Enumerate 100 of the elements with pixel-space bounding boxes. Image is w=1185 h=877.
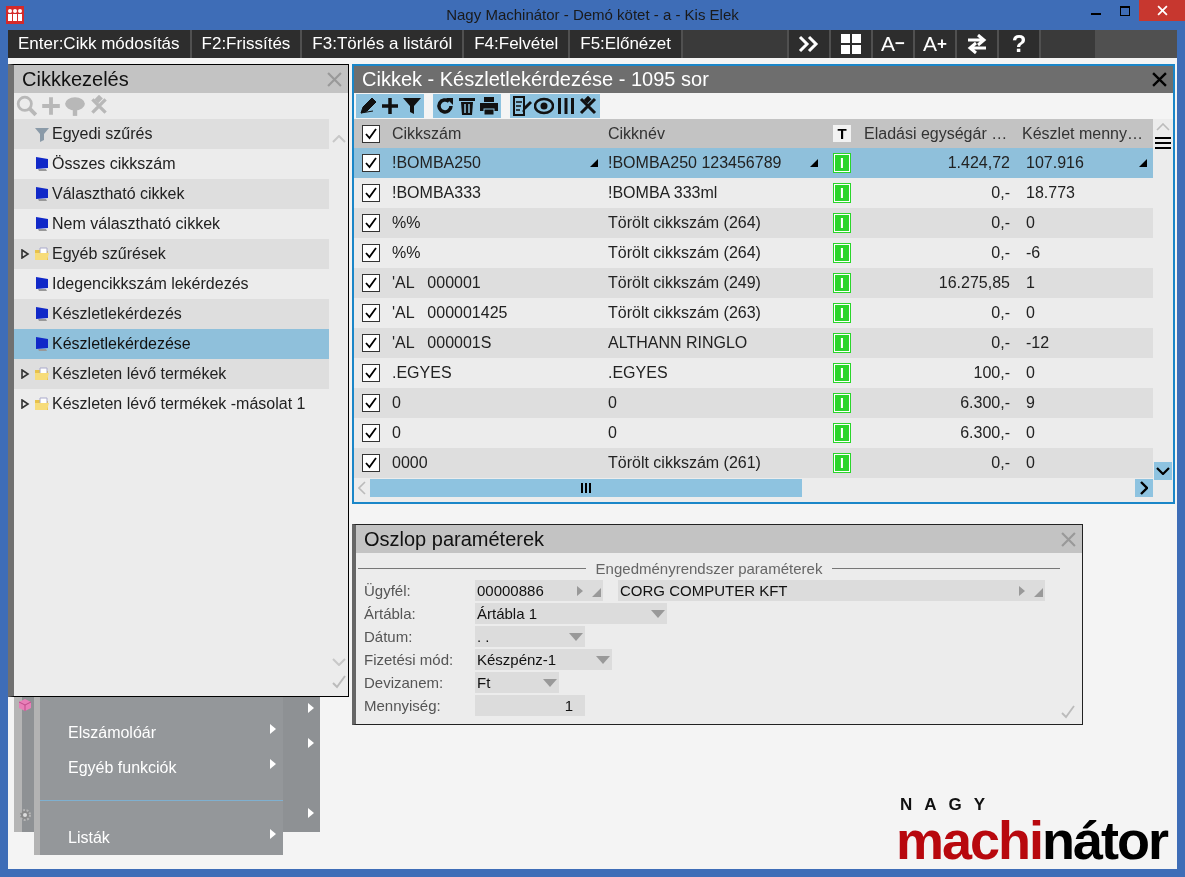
table-cell: 0 bbox=[608, 394, 617, 412]
table-cell: 18.773 bbox=[1026, 184, 1075, 202]
grip-icon[interactable] bbox=[580, 482, 592, 494]
table-cell: 1.424,72 bbox=[947, 154, 1010, 172]
checkbox[interactable] bbox=[362, 334, 380, 352]
function-key-button[interactable]: F4:Felvétel bbox=[464, 30, 569, 58]
dropdown-field[interactable]: Készpénz-1 bbox=[475, 649, 612, 670]
checkbox[interactable] bbox=[362, 274, 380, 292]
scrollbar-thumb[interactable] bbox=[1155, 137, 1171, 149]
scrollbar-thumb[interactable] bbox=[370, 479, 802, 497]
submenu-arrow-icon bbox=[270, 724, 276, 734]
expand-arrow-icon[interactable] bbox=[20, 249, 30, 259]
dropdown-field[interactable]: Ft bbox=[475, 672, 559, 693]
type-badge: I bbox=[834, 334, 850, 352]
expand-arrow-icon[interactable] bbox=[20, 369, 30, 379]
columns-icon[interactable] bbox=[556, 96, 576, 116]
cube-icon bbox=[18, 698, 32, 712]
grid-layout-button[interactable] bbox=[831, 30, 871, 58]
pencil-icon[interactable] bbox=[358, 96, 378, 116]
check-icon[interactable] bbox=[330, 674, 347, 690]
table-cell: 0,- bbox=[991, 244, 1010, 262]
table-cell: 0 bbox=[1026, 304, 1035, 322]
checkbox[interactable] bbox=[362, 304, 380, 322]
maximize-icon[interactable] bbox=[1119, 5, 1130, 16]
double-chevron-button[interactable] bbox=[789, 30, 829, 58]
checkbox[interactable] bbox=[362, 394, 380, 412]
column-header[interactable]: Készlet menny… bbox=[1018, 124, 1153, 143]
table-row[interactable]: 'AL 000001S ALTHANN RINGLO I 0,- -12 bbox=[354, 328, 1153, 358]
table-cell: 0 bbox=[392, 424, 401, 442]
swap-arrows-icon[interactable] bbox=[966, 34, 988, 54]
trash-icon[interactable] bbox=[457, 96, 477, 116]
tree-item[interactable]: Készletlekérdezése bbox=[14, 329, 329, 359]
expand-arrow-icon[interactable] bbox=[20, 399, 30, 409]
check-icon[interactable] bbox=[1060, 704, 1076, 720]
scroll-right-button[interactable] bbox=[1135, 479, 1153, 497]
function-key-button[interactable]: F3:Törlés a listáról bbox=[302, 30, 463, 58]
tree-item[interactable]: Egyedi szűrés bbox=[14, 119, 329, 149]
table-cell: Törölt cikkszám (263) bbox=[608, 304, 761, 322]
lookup-field[interactable]: CORG COMPUTER KFT bbox=[618, 580, 1045, 601]
column-header[interactable]: Eladási egységár … bbox=[860, 124, 1018, 143]
function-key-button[interactable]: F2:Frissítés bbox=[191, 30, 301, 58]
grid-icon[interactable] bbox=[841, 34, 861, 54]
scroll-down-button[interactable] bbox=[1154, 462, 1172, 480]
submenu-arrow-icon bbox=[270, 759, 276, 769]
swap-arrows-button[interactable] bbox=[957, 30, 997, 58]
table-row[interactable]: %% Törölt cikkszám (264) I 0,- 0 bbox=[354, 208, 1153, 238]
table-cell: .EGYES bbox=[392, 364, 452, 382]
filter-icon[interactable] bbox=[402, 96, 422, 116]
document-edit-icon[interactable] bbox=[512, 96, 532, 116]
monitor-icon bbox=[34, 156, 50, 172]
table-row[interactable]: 'AL 000001 Törölt cikkszám (249) I 16.275,85 1 bbox=[354, 268, 1153, 298]
double-chevron-icon[interactable] bbox=[797, 34, 821, 54]
table-cell: 16.275,85 bbox=[938, 274, 1010, 292]
dropdown-field[interactable]: . . bbox=[475, 626, 585, 647]
checkbox[interactable] bbox=[362, 424, 380, 442]
eye-icon[interactable] bbox=[534, 96, 554, 116]
table-cell: 6.300,- bbox=[960, 424, 1010, 442]
lookup-field[interactable]: 00000886 bbox=[475, 580, 603, 601]
help-button[interactable]: ? bbox=[999, 30, 1039, 58]
table-row[interactable]: !BOMBA250 !BOMBA250 123456789 I 1.424,72 107.916 bbox=[354, 148, 1153, 178]
checkbox[interactable] bbox=[362, 184, 380, 202]
table-cell: 0 bbox=[1026, 454, 1035, 472]
dropdown-field[interactable]: Ártábla 1 bbox=[475, 603, 667, 624]
chevron-down-icon[interactable] bbox=[1156, 467, 1170, 475]
checkbox[interactable] bbox=[362, 214, 380, 232]
checkbox[interactable] bbox=[362, 454, 380, 472]
chevron-right-icon[interactable] bbox=[1140, 481, 1148, 495]
table-cell: 0 bbox=[1026, 424, 1035, 442]
table-cell: 'AL 000001 bbox=[392, 274, 481, 292]
checkbox[interactable] bbox=[362, 244, 380, 262]
pin-crossed-icon[interactable] bbox=[578, 96, 598, 116]
table-cell: !BOMBA333 bbox=[392, 184, 481, 202]
monitor-icon bbox=[34, 306, 50, 322]
close-icon[interactable] bbox=[1152, 72, 1167, 87]
table-cell: !BOMBA 333ml bbox=[608, 184, 718, 202]
checkbox[interactable] bbox=[362, 124, 380, 143]
printer-icon[interactable] bbox=[479, 96, 499, 116]
field-label: Ügyfél: bbox=[364, 582, 412, 599]
monitor-icon bbox=[34, 276, 50, 292]
checkbox[interactable] bbox=[362, 364, 380, 382]
function-key-button[interactable]: Enter:Cikk módosítás bbox=[8, 30, 190, 58]
table-row[interactable]: 0 0 I 6.300,- 9 bbox=[354, 388, 1153, 418]
close-button[interactable] bbox=[1139, 0, 1185, 21]
table-row[interactable]: 0000 Törölt cikkszám (261) I 0,- 0 bbox=[354, 448, 1153, 478]
tree-item[interactable]: Készleten lévő termékek bbox=[14, 359, 329, 389]
number-field[interactable]: 1 bbox=[475, 695, 585, 716]
column-header[interactable]: Cikknév bbox=[604, 124, 824, 143]
table-cell: 100,- bbox=[973, 364, 1010, 382]
table-cell: Törölt cikkszám (249) bbox=[608, 274, 761, 292]
table-cell: -6 bbox=[1026, 244, 1041, 262]
tree-item[interactable]: Készletlekérdezés bbox=[14, 299, 329, 329]
field-label: Devizanem: bbox=[364, 674, 445, 691]
plus-icon[interactable] bbox=[380, 96, 400, 116]
monitor-icon bbox=[34, 336, 50, 352]
tree-item[interactable]: Egyéb szűrések bbox=[14, 239, 329, 269]
checkbox[interactable] bbox=[362, 154, 380, 172]
column-header[interactable]: Cikkszám bbox=[388, 124, 604, 143]
refresh-icon[interactable] bbox=[435, 96, 455, 116]
function-key-button[interactable]: F5:Előnézet bbox=[570, 30, 681, 58]
tree-item[interactable]: Választható cikkek bbox=[14, 179, 329, 209]
